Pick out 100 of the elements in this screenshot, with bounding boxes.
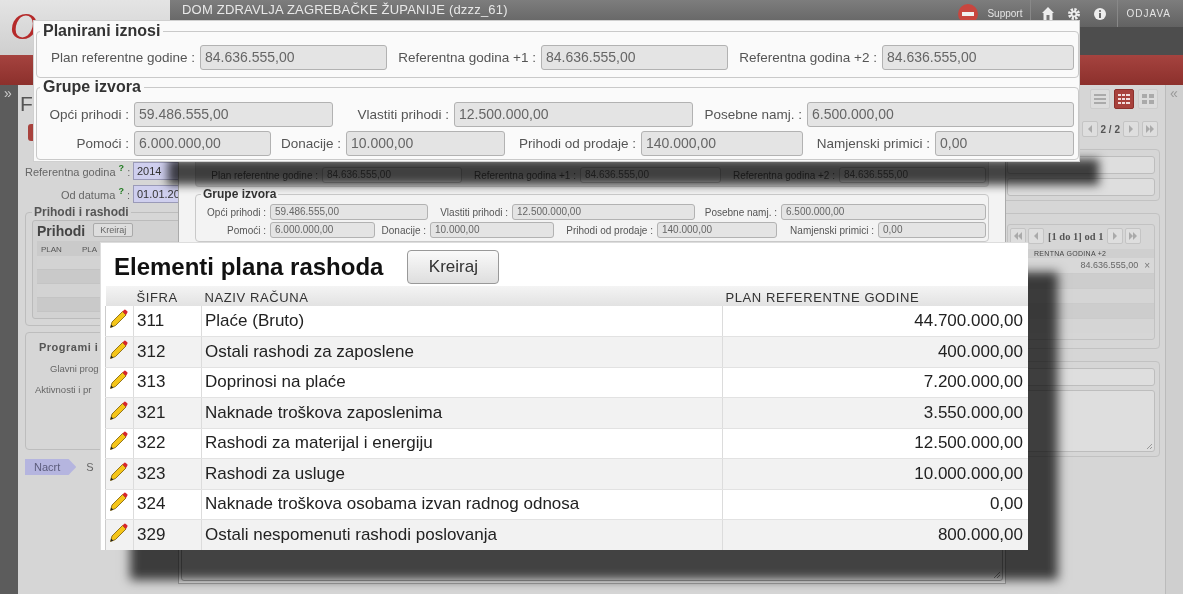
- group-title: Grupe izvora: [202, 188, 278, 201]
- resize-grip-icon: [1146, 443, 1153, 450]
- table-cell: Rashodi za usluge: [201, 458, 723, 489]
- table-cell: 12.500.000,00: [722, 428, 1028, 459]
- table-cell: Plaće (Bruto): [201, 306, 723, 337]
- pencil-icon[interactable]: [108, 431, 128, 451]
- header-cell: [105, 286, 134, 306]
- page-counter: [1 do 1] od 1: [1047, 230, 1105, 242]
- field-label: Namjenski primici :: [789, 224, 875, 236]
- amount-field[interactable]: 59.486.555,00: [270, 204, 428, 220]
- table-cell: Naknade troškova osobama izvan radnog odnosa: [201, 489, 723, 520]
- resize-grip-icon: [993, 571, 1001, 579]
- table-cell: 322: [133, 428, 202, 459]
- field-label: Referentna godina $^{?}$ :: [25, 163, 132, 178]
- table-cell: 311: [133, 306, 202, 337]
- page-counter: 2 / 2: [1100, 123, 1120, 135]
- amount-field[interactable]: 59.486.555,00: [134, 102, 333, 127]
- table-cell: Rashodi za materijal i energiju: [201, 428, 723, 459]
- field-label: Prihodi od prodaje :: [517, 136, 637, 151]
- amount-field[interactable]: 6.000.000,00: [134, 131, 271, 156]
- field-label: Prihodi od prodaje :: [565, 224, 654, 236]
- table-cell: 323: [133, 458, 202, 489]
- logout-link[interactable]: ODJAVA: [1126, 8, 1171, 19]
- column-header: NAZIV RAČUNA: [201, 286, 723, 306]
- field-label: Posebne namj. :: [703, 107, 803, 122]
- field-label: Od datuma $^{?}$ :: [59, 186, 131, 201]
- pencil-icon[interactable]: [108, 339, 128, 359]
- field-label: Referentna godina +1 :: [397, 50, 537, 65]
- section-title: Elementi plana rashoda: [114, 252, 384, 281]
- page-title: F: [20, 91, 34, 117]
- pencil-icon[interactable]: [108, 522, 128, 542]
- column-header: ŠIFRA: [133, 286, 202, 306]
- pencil-icon[interactable]: [108, 309, 128, 328]
- list-icon: [1092, 91, 1108, 107]
- column-header: PLAN: [41, 245, 62, 254]
- support-link[interactable]: Support: [987, 8, 1023, 19]
- amount-field[interactable]: 84.636.555,00: [882, 45, 1074, 70]
- field-label: Donacije :: [380, 224, 427, 236]
- field-label: Opći prihodi :: [206, 206, 267, 218]
- amount-field[interactable]: 6.500.000,00: [807, 102, 1074, 127]
- amount-field[interactable]: 0,00: [935, 131, 1074, 156]
- app-title: DOM ZDRAVLJA ZAGREBAČKE ŽUPANIJE (dzzz_61): [182, 2, 508, 18]
- pencil-icon[interactable]: [108, 400, 128, 420]
- table-cell: 312: [133, 336, 202, 367]
- home-icon[interactable]: [1041, 5, 1056, 22]
- table-cell: 44.700.000,00: [722, 306, 1028, 337]
- amount-field[interactable]: 6.000.000,00: [270, 222, 375, 238]
- table-cell: 313: [133, 367, 202, 398]
- amount-field[interactable]: 10.000,00: [430, 222, 554, 238]
- field-label: Namjenski primici :: [815, 136, 931, 151]
- group-title: Planirani iznosi: [42, 22, 162, 40]
- amount-field[interactable]: 140.000,00: [641, 131, 803, 156]
- view-button[interactable]: [1114, 89, 1134, 109]
- table-cell: 321: [133, 397, 202, 428]
- amount-field[interactable]: 84.636.555,00: [200, 45, 387, 70]
- amount-field[interactable]: 0,00: [878, 222, 986, 238]
- settings-icon[interactable]: [1067, 6, 1082, 21]
- field-label: Referentna godina +2 :: [738, 50, 878, 65]
- panel-title: Programi i: [39, 341, 99, 353]
- table-cell: 3.550.000,00: [722, 397, 1028, 428]
- group-title: Prihodi i rashodi: [33, 205, 130, 219]
- table-icon: [1116, 91, 1132, 107]
- table-cell: 0,00: [722, 489, 1028, 520]
- remove-button[interactable]: ×: [1144, 260, 1150, 271]
- table-cell: Naknade troškova zaposlenima: [201, 397, 723, 428]
- group-title: Grupe izvora: [42, 78, 142, 96]
- table-cell: 324: [133, 489, 202, 520]
- field-label: Donacije :: [279, 136, 342, 151]
- create-button[interactable]: Kreiraj: [407, 249, 500, 284]
- table-cell: Doprinosi na plaće: [201, 367, 723, 398]
- info-icon[interactable]: [1093, 6, 1108, 21]
- table-cell: 84.636.555,00: [1080, 260, 1139, 271]
- table-cell: 7.200.000,00: [722, 367, 1028, 398]
- amount-field[interactable]: 84.636.555,00: [541, 45, 728, 70]
- table-cell: 10.000.000,00: [722, 458, 1028, 489]
- field-label: Vlastiti prihodi :: [356, 107, 450, 122]
- table-cell: Ostali nespomenuti rashodi poslovanja: [201, 519, 723, 550]
- field-label: Pomoći :: [75, 136, 130, 151]
- field-label: Aktivnosti i pr: [35, 384, 92, 395]
- pencil-icon[interactable]: [108, 370, 128, 390]
- expand-toggle[interactable]: »: [0, 87, 16, 101]
- status-step: Nacrt: [25, 459, 77, 475]
- amount-field[interactable]: 6.500.000,00: [781, 204, 986, 220]
- status-step: S: [86, 459, 94, 475]
- field-label: Pomoći :: [226, 224, 267, 236]
- double-triangle-icon: [1143, 122, 1157, 136]
- amount-field[interactable]: 10.000,00: [346, 131, 505, 156]
- create-button[interactable]: Kreiraj: [93, 223, 134, 237]
- pencil-icon[interactable]: [108, 461, 128, 481]
- field-label: Vlastiti prihodi :: [439, 206, 509, 218]
- field-label: Plan referentne godine :: [49, 50, 196, 65]
- pencil-icon[interactable]: [108, 492, 128, 512]
- panel-title: Prihodi: [37, 223, 86, 239]
- field-label: Posebne namj. :: [703, 206, 778, 218]
- amount-field[interactable]: 12.500.000,00: [454, 102, 693, 127]
- table-cell: 800.000,00: [722, 519, 1028, 550]
- table-cell: 329: [133, 519, 202, 550]
- amount-field[interactable]: 12.500.000,00: [512, 204, 695, 220]
- amount-field[interactable]: 140.000,00: [657, 222, 777, 238]
- input-field[interactable]: [1007, 178, 1155, 196]
